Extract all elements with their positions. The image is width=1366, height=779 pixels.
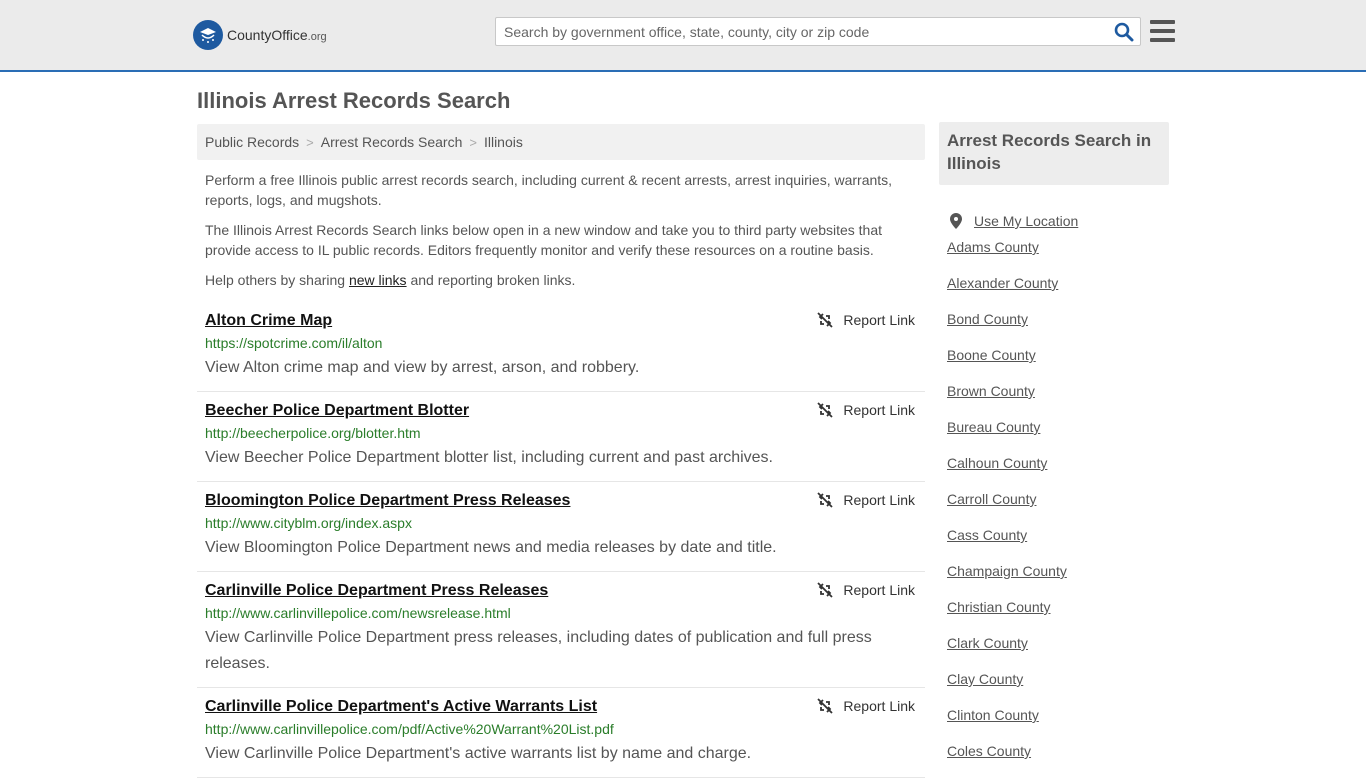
- report-link-button[interactable]: Report Link: [817, 402, 915, 418]
- location-pin-icon: [950, 213, 962, 229]
- result-description: View Carlinville Police Department press…: [205, 629, 872, 672]
- county-item: Clark County: [947, 635, 1169, 671]
- county-link[interactable]: Clark County: [947, 635, 1028, 651]
- site-logo[interactable]: CountyOffice.org: [193, 20, 327, 50]
- county-link[interactable]: Carroll County: [947, 491, 1036, 507]
- breadcrumb-illinois[interactable]: Illinois: [484, 134, 523, 150]
- use-my-location-link[interactable]: Use My Location: [974, 213, 1078, 229]
- intro-paragraph-1: Perform a free Illinois public arrest re…: [205, 172, 893, 208]
- county-link[interactable]: Brown County: [947, 383, 1035, 399]
- result-url: http://www.carlinvillepolice.com/pdf/Act…: [205, 721, 614, 737]
- county-link[interactable]: Bond County: [947, 311, 1028, 327]
- result-title-link[interactable]: Alton Crime Map: [205, 312, 332, 330]
- result-item: Carlinville Police Department's Active W…: [197, 688, 925, 778]
- county-link[interactable]: Boone County: [947, 347, 1036, 363]
- county-item: Brown County: [947, 383, 1169, 419]
- county-item: Boone County: [947, 347, 1169, 383]
- search-input[interactable]: [496, 18, 1096, 45]
- county-link[interactable]: Coles County: [947, 743, 1031, 759]
- search-box: [495, 17, 1141, 46]
- result-description: View Bloomington Police Department news …: [205, 539, 777, 556]
- county-item: Adams County: [947, 239, 1169, 275]
- county-item: Carroll County: [947, 491, 1169, 527]
- intro-paragraph-3: Help others by sharing new links and rep…: [205, 272, 576, 288]
- county-link[interactable]: Clay County: [947, 671, 1023, 687]
- use-my-location-item: Use My Location: [947, 203, 1169, 239]
- county-item: Clay County: [947, 671, 1169, 707]
- results-list: Alton Crime Map https://spotcrime.com/il…: [197, 302, 925, 778]
- result-item: Bloomington Police Department Press Rele…: [197, 482, 925, 572]
- logo-emblem-icon: [193, 20, 223, 50]
- county-link[interactable]: Bureau County: [947, 419, 1040, 435]
- broken-link-icon: [817, 698, 834, 714]
- report-link-button[interactable]: Report Link: [817, 582, 915, 598]
- county-link[interactable]: Christian County: [947, 599, 1051, 615]
- result-title-link[interactable]: Beecher Police Department Blotter: [205, 402, 469, 420]
- search-icon[interactable]: [1114, 22, 1134, 42]
- broken-link-icon: [817, 402, 834, 418]
- county-link[interactable]: Champaign County: [947, 563, 1067, 579]
- county-item: Calhoun County: [947, 455, 1169, 491]
- sidebar-heading: Arrest Records Search in Illinois: [939, 122, 1169, 185]
- result-item: Beecher Police Department Blotter http:/…: [197, 392, 925, 482]
- result-item: Alton Crime Map https://spotcrime.com/il…: [197, 302, 925, 392]
- county-link[interactable]: Calhoun County: [947, 455, 1047, 471]
- sidebar: Arrest Records Search in Illinois Use My…: [939, 122, 1169, 779]
- report-link-label: Report Link: [843, 402, 915, 418]
- logo-suffix: .org: [307, 31, 327, 43]
- site-header: CountyOffice.org: [0, 0, 1366, 72]
- breadcrumb-separator-icon: >: [306, 134, 314, 150]
- county-item: Clinton County: [947, 707, 1169, 743]
- county-item: Bureau County: [947, 419, 1169, 455]
- breadcrumb-public-records[interactable]: Public Records: [205, 134, 299, 150]
- report-link-label: Report Link: [843, 492, 915, 508]
- broken-link-icon: [817, 492, 834, 508]
- result-description: View Beecher Police Department blotter l…: [205, 449, 773, 466]
- logo-text: CountyOffice: [227, 27, 308, 43]
- county-item: Bond County: [947, 311, 1169, 347]
- result-url: http://www.carlinvillepolice.com/newsrel…: [205, 605, 511, 621]
- hamburger-menu-icon[interactable]: [1150, 20, 1175, 42]
- county-link[interactable]: Cass County: [947, 527, 1027, 543]
- county-item: Christian County: [947, 599, 1169, 635]
- result-description: View Carlinville Police Department's act…: [205, 745, 752, 762]
- county-item: Alexander County: [947, 275, 1169, 311]
- result-url: https://spotcrime.com/il/alton: [205, 335, 383, 351]
- county-link[interactable]: Clinton County: [947, 707, 1039, 723]
- result-description: View Alton crime map and view by arrest,…: [205, 359, 640, 376]
- report-link-button[interactable]: Report Link: [817, 312, 915, 328]
- result-title-link[interactable]: Carlinville Police Department's Active W…: [205, 698, 597, 716]
- breadcrumb-separator-icon: >: [469, 134, 477, 150]
- intro-paragraph-2: The Illinois Arrest Records Search links…: [205, 222, 883, 258]
- report-link-label: Report Link: [843, 312, 915, 328]
- county-list: Use My Location Adams County Alexander C…: [939, 203, 1169, 779]
- county-item: Champaign County: [947, 563, 1169, 599]
- report-link-label: Report Link: [843, 582, 915, 598]
- county-item: Coles County: [947, 743, 1169, 779]
- county-link[interactable]: Adams County: [947, 239, 1039, 255]
- breadcrumb-arrest-records[interactable]: Arrest Records Search: [321, 134, 463, 150]
- breadcrumb: Public Records > Arrest Records Search >…: [197, 124, 925, 160]
- page-title: Illinois Arrest Records Search: [197, 88, 511, 113]
- broken-link-icon: [817, 312, 834, 328]
- result-url: http://www.cityblm.org/index.aspx: [205, 515, 412, 531]
- new-links-link[interactable]: new links: [349, 272, 407, 288]
- broken-link-icon: [817, 582, 834, 598]
- result-url: http://beecherpolice.org/blotter.htm: [205, 425, 421, 441]
- county-item: Cass County: [947, 527, 1169, 563]
- report-link-label: Report Link: [843, 698, 915, 714]
- county-link[interactable]: Alexander County: [947, 275, 1058, 291]
- report-link-button[interactable]: Report Link: [817, 698, 915, 714]
- result-title-link[interactable]: Bloomington Police Department Press Rele…: [205, 492, 570, 510]
- result-title-link[interactable]: Carlinville Police Department Press Rele…: [205, 582, 548, 600]
- result-item: Carlinville Police Department Press Rele…: [197, 572, 925, 688]
- report-link-button[interactable]: Report Link: [817, 492, 915, 508]
